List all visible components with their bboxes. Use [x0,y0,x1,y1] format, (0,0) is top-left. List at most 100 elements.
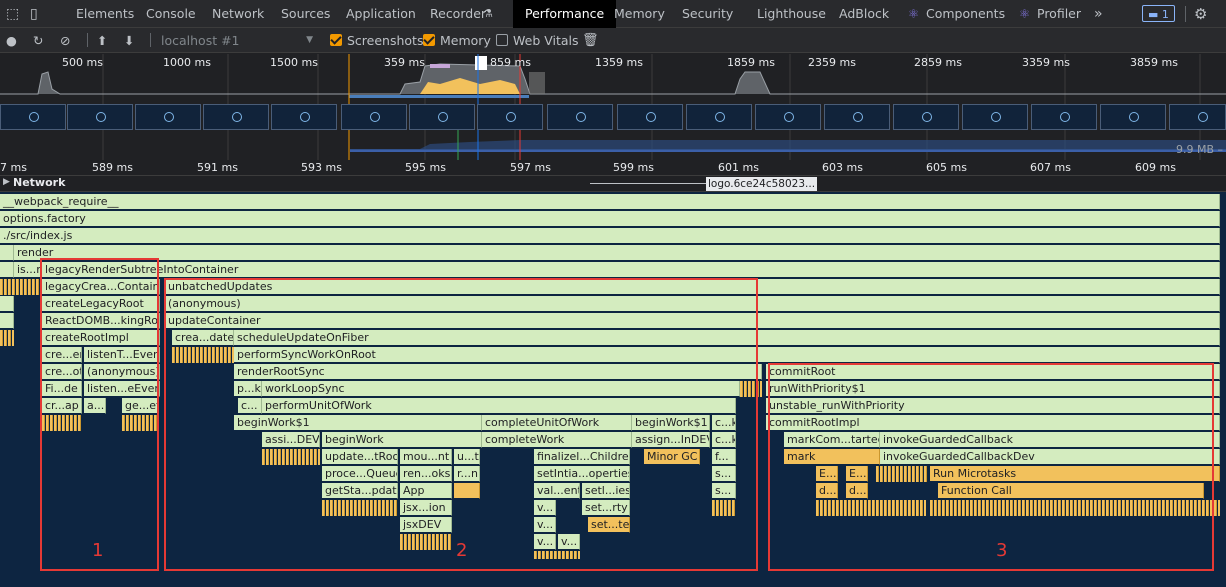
issues-icon: ▬ [1148,8,1162,21]
overview-tick: 2859 ms [914,56,962,69]
annotation-label-2: 2 [456,540,468,561]
record-icon[interactable]: ● [6,28,17,53]
tab-application[interactable]: Application [346,0,416,28]
ruler-tick: 593 ms [301,161,342,174]
clear-icon[interactable]: ⊘ [60,28,70,53]
screenshot-thumbnail[interactable] [409,104,475,130]
flame-stripes [0,279,42,295]
react-profiler-icon: ⚛ [1019,6,1031,21]
screenshot-thumbnail[interactable] [203,104,269,130]
screenshot-thumbnail[interactable] [1100,104,1166,130]
screenshot-thumbnail[interactable] [477,104,543,130]
reload-record-icon[interactable]: ↻ [33,28,43,53]
overview-tick: 2359 ms [808,56,856,69]
target-select-value: localhost #1 [161,33,240,48]
annotation-box-1 [40,258,159,571]
collect-garbage-icon[interactable]: 🗑 [582,28,599,53]
target-select[interactable]: localhost #1 ▼ [161,28,319,53]
overview-tick: 3359 ms [1022,56,1070,69]
tab-adblock[interactable]: AdBlock [839,0,889,28]
network-request[interactable]: logo.6ce24c58023... [706,177,818,191]
webvitals-checkbox[interactable]: Web Vitals [496,28,579,53]
screenshot-thumbnail[interactable] [341,104,407,130]
issues-count: 1 [1161,8,1169,21]
network-track-label: Network [13,176,66,189]
flame-frame[interactable]: is...r [14,262,42,278]
device-toolbar-icon[interactable]: ▯ [30,0,38,28]
tab-console[interactable]: Console [146,0,196,28]
screenshot-thumbnail[interactable] [824,104,890,130]
ruler-tick: 7 ms [0,161,27,174]
devtools-tab-bar: ⬚ ▯ Elements Console Network Sources App… [0,0,1226,28]
tab-security[interactable]: Security [682,0,733,28]
overview-tick: 1359 ms [595,56,643,69]
memory-checkbox[interactable]: Memory [423,28,491,53]
overview-tick: 3859 ms [1130,56,1178,69]
screenshot-thumbnail[interactable] [0,104,66,130]
tab-performance[interactable]: Performance [513,0,617,28]
network-track[interactable]: ▶ Network logo.6ce24c58023... [0,176,1226,192]
ruler-tick: 589 ms [92,161,133,174]
flame-frame[interactable]: options.factory [0,211,1220,227]
screenshots-checkbox[interactable]: Screenshots [330,28,423,53]
ruler-tick: 591 ms [197,161,238,174]
flame-frame[interactable] [0,262,14,278]
screenshot-thumbnail[interactable] [67,104,133,130]
tab-lighthouse[interactable]: Lighthouse [757,0,826,28]
tab-sources[interactable]: Sources [281,0,330,28]
checkbox-checked-icon [423,34,435,46]
tab-recorder[interactable]: Recorder [430,0,486,28]
screenshot-thumbnail[interactable] [1031,104,1097,130]
more-tabs-icon[interactable]: » [1094,0,1103,28]
divider [150,33,151,47]
annotation-box-3 [768,363,1214,571]
tab-network[interactable]: Network [212,0,264,28]
overview-tick: 859 ms [490,56,531,69]
annotation-label-1: 1 [92,540,104,561]
annotation-label-3: 3 [996,540,1008,561]
tab-elements[interactable]: Elements [76,0,134,28]
flame-frame[interactable]: ./src/index.js [0,228,1220,244]
screenshot-thumbnail[interactable] [547,104,613,130]
screenshot-thumbnail[interactable] [135,104,201,130]
recorder-flask-icon: ⚗ [483,7,493,20]
tab-profiler[interactable]: Profiler [1037,0,1081,28]
main-thread-flame-chart[interactable]: __webpack_require__ options.factory ./sr… [0,192,1226,587]
screenshot-thumbnail[interactable] [1169,104,1226,130]
screenshot-thumbnail[interactable] [755,104,821,130]
save-profile-icon[interactable]: ⬇ [124,28,134,53]
screenshot-thumbnail[interactable] [271,104,337,130]
tab-components[interactable]: Components [926,0,1005,28]
checkbox-unchecked-icon [496,34,508,46]
load-profile-icon[interactable]: ⬆ [97,28,107,53]
ruler-tick: 601 ms [718,161,759,174]
network-request-line [590,183,706,184]
issues-badge[interactable]: ▬ 1 [1142,5,1175,22]
screenshot-thumbnail[interactable] [686,104,752,130]
chevron-down-icon: ▼ [306,35,313,45]
flame-frame[interactable] [0,313,14,329]
divider [87,33,88,47]
screenshot-thumbnail[interactable] [893,104,959,130]
tab-memory[interactable]: Memory [614,0,665,28]
flame-frame[interactable]: render [14,245,1220,261]
flame-stripes [0,330,14,346]
inspect-element-icon[interactable]: ⬚ [6,0,19,28]
time-ruler: 7 ms 589 ms 591 ms 593 ms 595 ms 597 ms … [0,160,1226,176]
timeline-overview[interactable]: 500 ms 1000 ms 1500 ms 359 ms 859 ms 135… [0,54,1226,160]
overview-tick: 1000 ms [163,56,211,69]
flame-frame[interactable] [0,245,14,261]
react-components-icon: ⚛ [908,6,920,21]
settings-gear-icon[interactable]: ⚙ [1194,0,1207,28]
memory-label: Memory [440,33,491,48]
screenshot-thumbnail[interactable] [962,104,1028,130]
performance-toolbar: ● ↻ ⊘ ⬆ ⬇ localhost #1 ▼ Screenshots Mem… [0,28,1226,53]
tab-divider [1185,6,1186,22]
expand-triangle-icon[interactable]: ▶ [3,177,10,187]
checkbox-checked-icon [330,34,342,46]
flame-frame[interactable]: __webpack_require__ [0,194,1220,210]
flame-frame[interactable] [0,296,14,312]
screenshot-thumbnail[interactable] [617,104,683,130]
flame-frame[interactable]: legacyRenderSubtreeIntoContainer [42,262,1220,278]
ruler-tick: 603 ms [822,161,863,174]
